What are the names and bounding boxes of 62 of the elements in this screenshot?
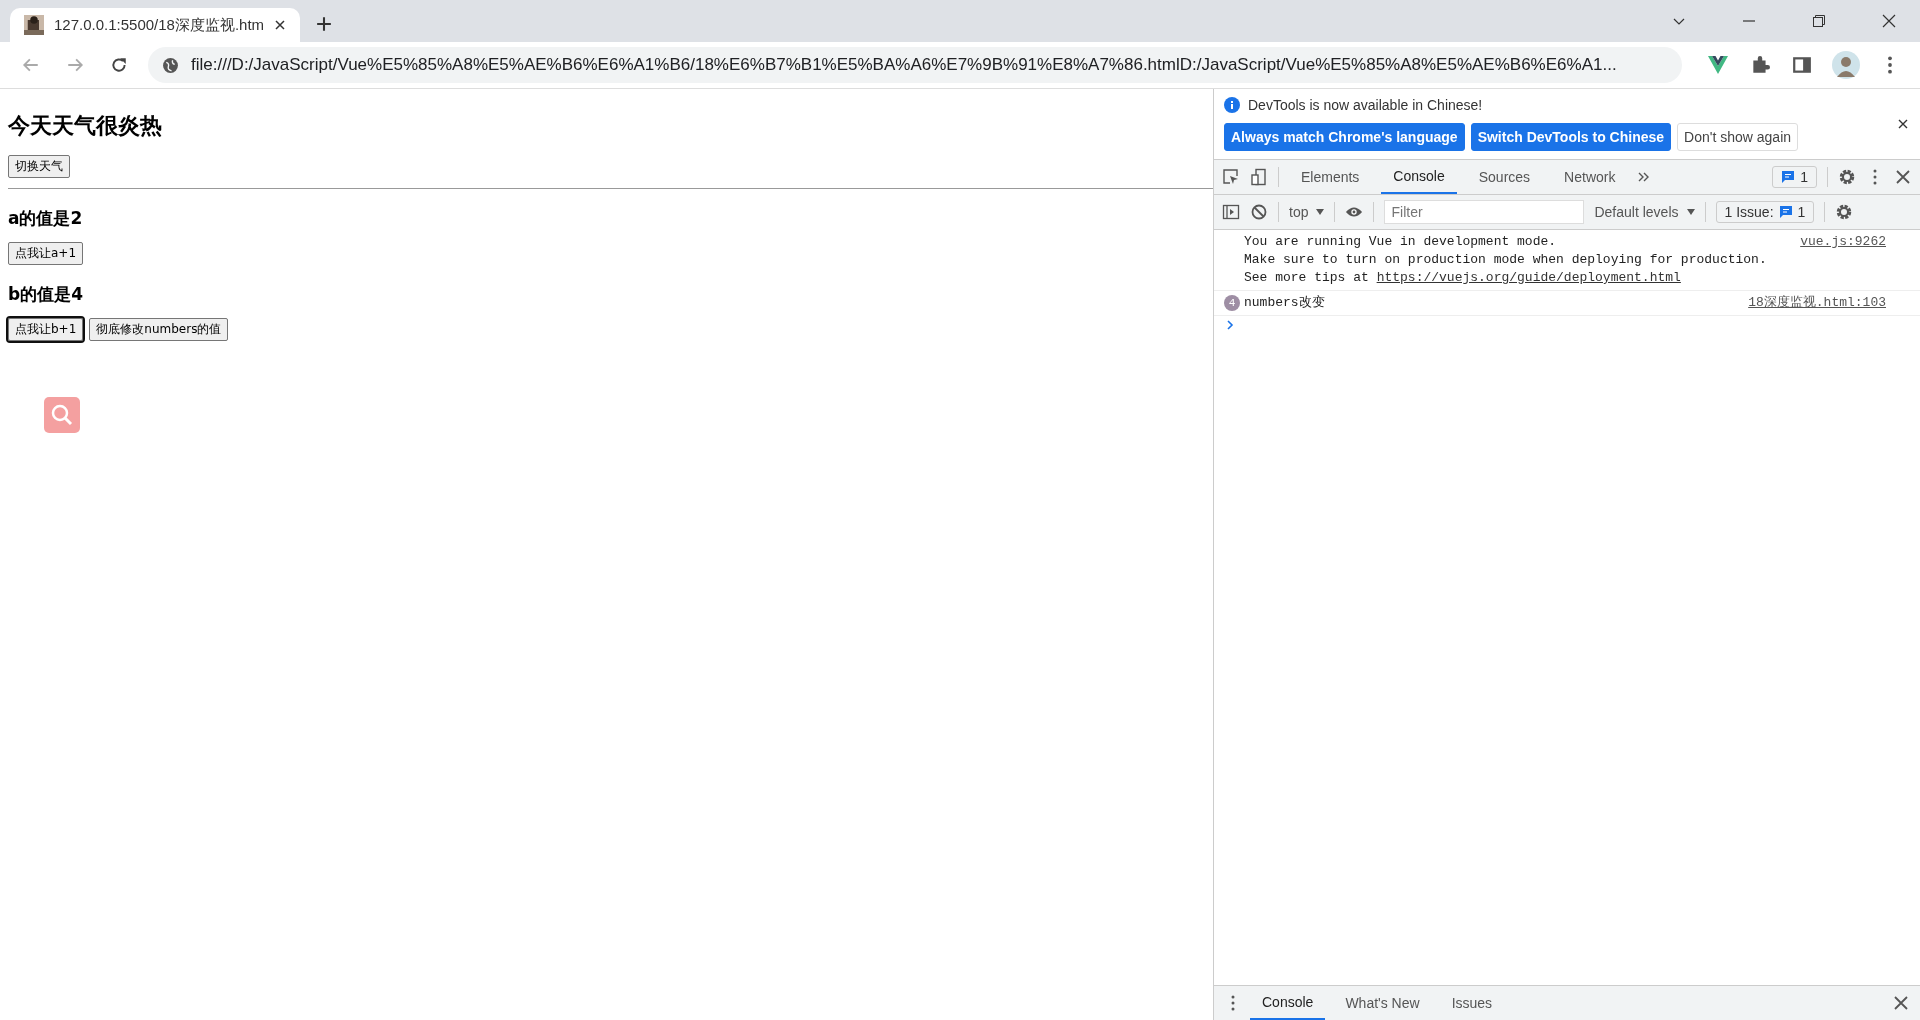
increment-button[interactable]: 点我让a+1 [8,242,84,265]
console-message: You are running Vue in development mode. [1244,233,1558,251]
count-text: 1 [1797,204,1806,220]
drawer-tab[interactable]: Issues [1439,986,1505,1020]
plus-icon[interactable] [316,16,332,32]
tab-title: 127.0.0.1:5500/18深度监视.htm [54,15,264,35]
page-button[interactable]: 点我让b+1 [8,318,84,341]
issues-text: 1 Issue: [1724,204,1774,220]
banner-button[interactable]: Always match Chrome's language [1224,123,1465,151]
levels-dropdown[interactable]: Default levels [1594,204,1695,220]
side-panel-icon[interactable] [1792,55,1812,75]
filter-field[interactable]: Filter [1384,200,1585,224]
address-bar[interactable]: file:///D:/JavaScript/Vue%E5%85%A8%E5%AE%B6%E6%A1%B6/18%E6%B7%B1%E5%BA%A6%E7%9B%91%E8%A7%86.htmlD:/JavaScript/Vue%E5%85%A8%E5%AE%B6%E6%A1... [148,47,1682,83]
devtools-tab[interactable]: Elements [1289,160,1372,194]
address-text: file:///D:/JavaScript/Vue%E5%85%A8%E5%AE%B6%E6%A1%B6/18%E6%B7%B1%E5%BA%A6%E7%9B%91%E8%A7%86.htmlD:/JavaScript/Vue%E5%85%A8%E5%AE%B6%E6%A1... [191,55,1617,75]
console-message: numbers改变 [1244,294,1325,312]
drawer-tab[interactable]: Console [1250,986,1326,1020]
value-heading: b的值是4 [8,283,84,306]
console-message: Make sure to turn on production mode when deploying for production. [1244,251,1768,269]
caret-icon [1686,209,1695,215]
banner-button[interactable]: Don't show again [1677,123,1799,151]
browser-tab[interactable]: 127.0.0.1:5500/18深度监视.htm [10,8,300,42]
globe-icon [162,56,179,74]
settings-icon[interactable] [1838,168,1856,186]
inspect-icon[interactable] [1222,168,1240,186]
info-icon [1224,97,1240,113]
count-text: 1 [1800,169,1808,185]
reload-icon[interactable] [110,56,128,74]
close-icon[interactable] [1882,14,1896,28]
message-count-badge[interactable]: 1 [1772,166,1817,188]
issues-button[interactable]: 1 Issue: 1 [1715,201,1815,223]
settings-icon[interactable] [1835,203,1854,221]
device-icon[interactable] [1250,168,1268,186]
avatar-icon[interactable] [1832,51,1860,79]
drawer-tab[interactable]: What's New [1333,986,1432,1020]
close-icon[interactable] [1898,119,1908,129]
source-link[interactable]: 18深度监视.html:103 [1748,294,1886,312]
puzzle-icon[interactable] [1750,55,1770,75]
console-message: See more tips at https://vuejs.org/guide/deployment.html [1244,269,1682,287]
close-icon[interactable] [1894,168,1912,186]
devtools-tab[interactable]: Network [1552,160,1628,194]
switch-weather-button[interactable]: 切换天气 [8,155,70,178]
restore-icon[interactable] [1812,14,1826,28]
banner-button[interactable]: Switch DevTools to Chinese [1470,123,1672,151]
context-dropdown[interactable]: top [1289,204,1325,220]
banner-message: DevTools is now available in Chinese! [1248,97,1483,113]
clear-icon[interactable] [1250,203,1268,221]
close-icon[interactable] [1892,994,1910,1012]
devtools-tab[interactable]: Sources [1466,160,1543,194]
caret-icon [1316,209,1325,215]
vue-logo-icon[interactable] [1708,55,1728,75]
value-heading: a的值是2 [8,207,84,230]
message-icon [1778,205,1793,219]
weather-heading: 今天天气很炎热 [8,112,163,140]
page-button[interactable]: 彻底修改numbers的值 [89,318,229,341]
close-icon[interactable] [274,19,286,31]
message-icon [1781,170,1796,184]
prompt-icon [1226,320,1234,330]
source-link[interactable]: vue.js:9262 [1800,233,1886,251]
docs-link[interactable]: https://vuejs.org/guide/deployment.html [1376,270,1681,285]
repeat-count-badge: 4 [1224,295,1240,311]
sidebar-toggle-icon[interactable] [1222,203,1240,221]
